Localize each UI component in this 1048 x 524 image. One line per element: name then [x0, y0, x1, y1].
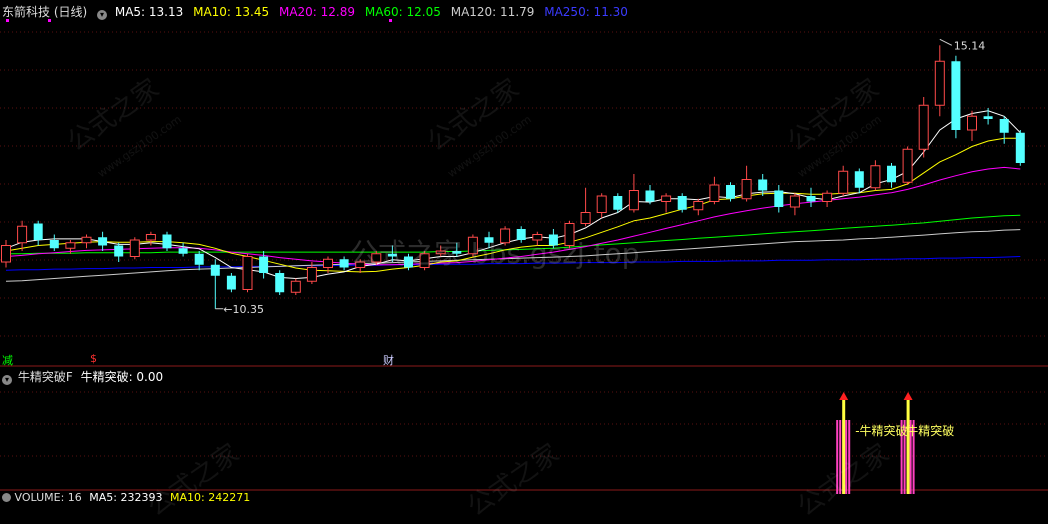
candle-body — [306, 267, 317, 282]
candle-body — [98, 237, 108, 246]
candle-body — [226, 275, 236, 290]
candle-body — [677, 196, 687, 210]
top-tick-mark — [48, 19, 51, 22]
candle-body — [726, 185, 735, 199]
volume-toggle-icon[interactable] — [2, 493, 11, 502]
signal-label-2: 牛精突破 — [906, 423, 954, 438]
candle-body — [918, 104, 929, 150]
candle-body — [580, 212, 591, 224]
marker-right: 财 — [383, 354, 394, 367]
candle-body — [934, 60, 945, 106]
signal-bar — [839, 420, 842, 494]
signal-bar — [845, 420, 848, 494]
candle-body — [741, 179, 752, 200]
signal-arrow — [839, 392, 849, 400]
candle-body — [951, 61, 961, 130]
candle-body — [1, 245, 11, 263]
top-tick-mark — [6, 19, 9, 22]
indicator-value: 牛精突破: 0.00 — [80, 370, 164, 384]
candle-body — [789, 195, 800, 208]
ma20-label: MA20: 12.89 — [278, 5, 356, 19]
candle-body — [628, 190, 639, 211]
candle-body — [613, 196, 623, 210]
candle-body — [887, 165, 896, 183]
candle-body — [661, 195, 672, 202]
candle-body — [693, 201, 704, 211]
signal-arrow — [903, 392, 913, 400]
top-tick-mark — [389, 19, 392, 22]
candle-body — [323, 258, 333, 268]
signal-bar — [848, 420, 851, 494]
legend-toggle-icon[interactable]: ▾ — [97, 10, 108, 20]
volume-title: VOLUME: 16 MA5: 232393 MA10: 242271 — [2, 491, 250, 504]
candle-body — [983, 116, 993, 119]
candle-body — [259, 256, 269, 273]
candle-body — [17, 225, 28, 244]
candle-body — [49, 240, 59, 249]
candle-body — [774, 190, 784, 207]
ma-legend: 东箭科技 (日线) ▾ MA5: 13.13 MA10: 13.45 MA20:… — [2, 3, 634, 20]
signal-bar — [836, 420, 839, 494]
candle-body — [645, 190, 655, 202]
candle-body — [162, 234, 172, 249]
candle-body — [709, 184, 720, 202]
center-watermark: 公式之家 bbs.gszj.top — [350, 237, 640, 270]
candle-body — [275, 273, 285, 293]
candle-body — [129, 239, 140, 257]
candle-body — [822, 192, 833, 202]
candle-body — [178, 248, 188, 254]
candle-body — [210, 264, 220, 276]
candle-body — [145, 234, 156, 241]
signal-label: -牛精突破 — [855, 423, 907, 438]
high-label: 15.14 — [954, 39, 986, 52]
candle-body — [65, 242, 76, 249]
candle-body — [339, 259, 349, 268]
signal-stem — [906, 400, 910, 494]
volume-ma10: MA10: 242271 — [169, 491, 251, 504]
indicator-toggle-icon[interactable]: ▾ — [2, 375, 12, 385]
candle-body — [870, 165, 881, 189]
candle-body — [854, 171, 864, 188]
candle-body — [290, 280, 301, 293]
candle-body — [596, 195, 607, 213]
candle-body — [114, 245, 124, 257]
ma60-label: MA60: 12.05 — [364, 5, 441, 19]
candle-body — [806, 196, 816, 202]
candle-body — [33, 223, 43, 240]
indicator-title: ▾ 牛精突破F 牛精突破: 0.00 — [2, 368, 163, 385]
volume-label: VOLUME: 16 — [14, 491, 82, 504]
marker-left: 减 — [2, 354, 13, 367]
candle-body — [967, 115, 977, 131]
high-pointer — [939, 38, 953, 46]
candle-body — [1015, 132, 1025, 163]
indicator-name[interactable]: 牛精突破F — [18, 370, 73, 384]
candle-body — [81, 236, 92, 244]
volume-ma5: MA5: 232393 — [89, 491, 163, 504]
candle-body — [838, 170, 849, 194]
stock-name[interactable]: 东箭科技 (日线) — [2, 5, 87, 19]
candle-body — [194, 253, 204, 265]
marker-mid: $ — [90, 352, 97, 365]
ma120-label: MA120: 11.79 — [450, 5, 535, 19]
signal-stem — [842, 400, 846, 494]
ma10-label: MA10: 13.45 — [193, 5, 270, 19]
candle-body — [902, 148, 913, 183]
ma250-label: MA250: 11.30 — [544, 5, 628, 19]
chart-root: 15.14 ←10.35 -牛精突破 牛精突破 公式之家 公式之家 公式之家 公式之家… — [0, 0, 1048, 523]
ma5-label: MA5: 13.13 — [114, 5, 184, 19]
low-label: ←10.35 — [223, 303, 264, 316]
candle-body — [242, 256, 253, 290]
candle-body — [999, 119, 1009, 133]
candle-body — [758, 179, 768, 191]
